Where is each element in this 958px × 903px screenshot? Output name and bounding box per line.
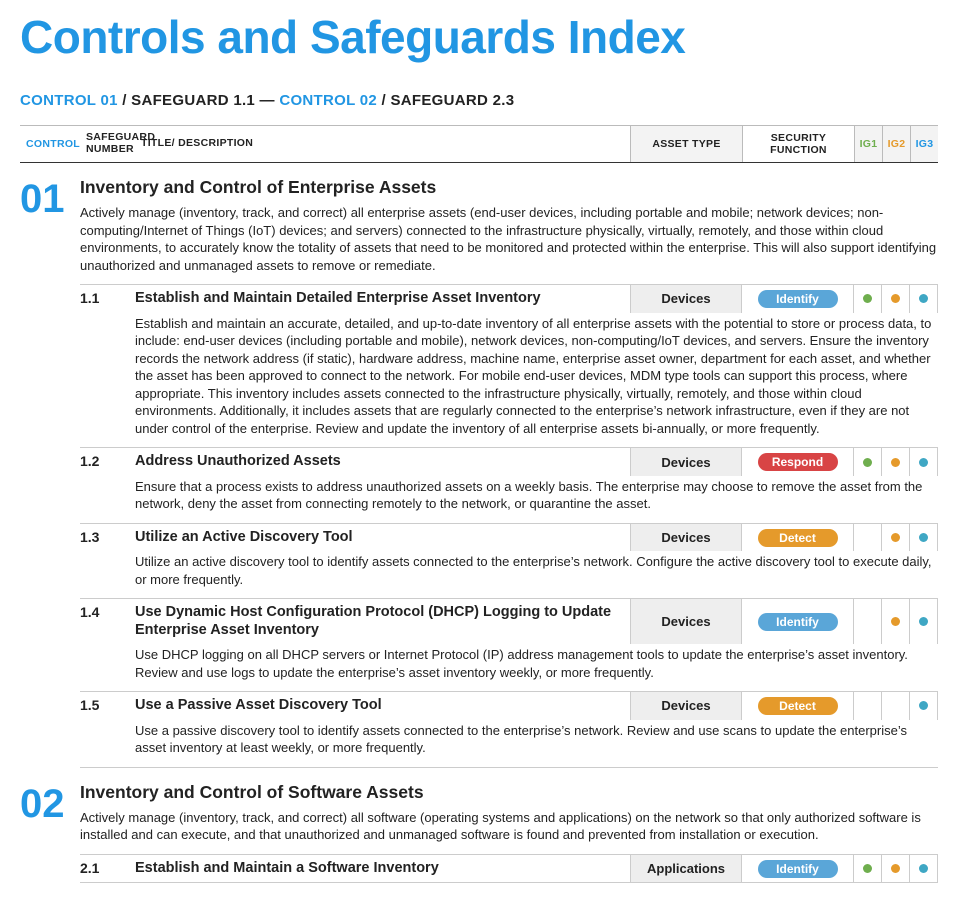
- ig2-cell: [882, 524, 910, 551]
- security-function-pill: Identify: [758, 613, 838, 631]
- page-title: Controls and Safeguards Index: [20, 10, 938, 64]
- control-number: 01: [20, 177, 80, 768]
- ig-dot-icon: [891, 458, 900, 467]
- safeguard-number: 1.1: [80, 285, 135, 312]
- security-function-pill: Identify: [758, 290, 838, 308]
- control-number: 02: [20, 782, 80, 883]
- ig-dot-icon: [863, 294, 872, 303]
- control-title: Inventory and Control of Enterprise Asse…: [80, 177, 938, 198]
- control-block: 01Inventory and Control of Enterprise As…: [20, 177, 938, 768]
- ig-dot-icon: [919, 458, 928, 467]
- breadcrumb-sg-1: / SAFEGUARD 1.1 —: [118, 92, 280, 109]
- safeguard-description: Use DHCP logging on all DHCP servers or …: [135, 646, 938, 681]
- asset-type: Devices: [630, 448, 742, 475]
- breadcrumb-sg-2: / SAFEGUARD 2.3: [377, 92, 514, 109]
- ig1-cell: [854, 524, 882, 551]
- ig-dot-icon: [891, 617, 900, 626]
- security-function: Identify: [742, 855, 854, 882]
- asset-type: Applications: [630, 855, 742, 882]
- safeguard-description: Establish and maintain an accurate, deta…: [135, 315, 938, 438]
- safeguard-title: Utilize an Active Discovery Tool: [135, 524, 630, 551]
- security-function-pill: Respond: [758, 453, 838, 471]
- safeguard-title: Establish and Maintain Detailed Enterpri…: [135, 285, 630, 312]
- safeguard-number: 1.4: [80, 599, 135, 644]
- ig3-cell: [910, 855, 938, 882]
- asset-type: Devices: [630, 692, 742, 719]
- ig-dot-icon: [891, 533, 900, 542]
- ig-dot-icon: [919, 533, 928, 542]
- security-function: Identify: [742, 599, 854, 644]
- safeguard: 1.1Establish and Maintain Detailed Enter…: [80, 284, 938, 447]
- security-function-pill: Detect: [758, 697, 838, 715]
- safeguard-title: Address Unauthorized Assets: [135, 448, 630, 475]
- ig-dot-icon: [919, 294, 928, 303]
- ig2-cell: [882, 855, 910, 882]
- ig2-cell: [882, 692, 910, 719]
- ig1-cell: [854, 599, 882, 644]
- ig1-cell: [854, 285, 882, 312]
- control-description: Actively manage (inventory, track, and c…: [80, 809, 938, 844]
- header-ig2: IG2: [882, 126, 910, 162]
- safeguard: 1.4Use Dynamic Host Configuration Protoc…: [80, 598, 938, 691]
- ig-dot-icon: [919, 701, 928, 710]
- header-security-function: SECURITY FUNCTION: [742, 126, 854, 162]
- ig2-cell: [882, 599, 910, 644]
- safeguard-number: 1.3: [80, 524, 135, 551]
- table-header: CONTROL SAFEGUARD NUMBER TITLE/ DESCRIPT…: [20, 125, 938, 163]
- ig1-cell: [854, 692, 882, 719]
- security-function: Detect: [742, 524, 854, 551]
- header-control: CONTROL: [20, 126, 80, 162]
- header-safeguard-number: SAFEGUARD NUMBER: [80, 126, 135, 162]
- safeguard-description: Utilize an active discovery tool to iden…: [135, 553, 938, 588]
- ig3-cell: [910, 285, 938, 312]
- asset-type: Devices: [630, 524, 742, 551]
- security-function-pill: Detect: [758, 529, 838, 547]
- ig3-cell: [910, 599, 938, 644]
- safeguard-number: 1.2: [80, 448, 135, 475]
- safeguard-description: Ensure that a process exists to address …: [135, 478, 938, 513]
- control-title: Inventory and Control of Software Assets: [80, 782, 938, 803]
- header-title-description: TITLE/ DESCRIPTION: [135, 126, 630, 162]
- ig-dot-icon: [863, 864, 872, 873]
- ig3-cell: [910, 692, 938, 719]
- security-function: Respond: [742, 448, 854, 475]
- ig-dot-icon: [891, 294, 900, 303]
- safeguard-number: 1.5: [80, 692, 135, 719]
- safeguard-title: Establish and Maintain a Software Invent…: [135, 855, 630, 882]
- safeguard-title: Use Dynamic Host Configuration Protocol …: [135, 599, 630, 644]
- control-block: 02Inventory and Control of Software Asse…: [20, 782, 938, 883]
- security-function: Detect: [742, 692, 854, 719]
- ig-dot-icon: [863, 458, 872, 467]
- security-function: Identify: [742, 285, 854, 312]
- breadcrumb: CONTROL 01 / SAFEGUARD 1.1 — CONTROL 02 …: [20, 92, 938, 109]
- safeguard-description: Use a passive discovery tool to identify…: [135, 722, 938, 757]
- security-function-pill: Identify: [758, 860, 838, 878]
- ig1-cell: [854, 855, 882, 882]
- header-ig3: IG3: [910, 126, 938, 162]
- control-description: Actively manage (inventory, track, and c…: [80, 204, 938, 274]
- safeguard: 1.3Utilize an Active Discovery ToolDevic…: [80, 523, 938, 598]
- asset-type: Devices: [630, 599, 742, 644]
- ig2-cell: [882, 448, 910, 475]
- breadcrumb-control-2: CONTROL 02: [279, 92, 377, 109]
- safeguard-number: 2.1: [80, 855, 135, 882]
- safeguard: 1.2Address Unauthorized AssetsDevices Res…: [80, 447, 938, 522]
- asset-type: Devices: [630, 285, 742, 312]
- ig3-cell: [910, 448, 938, 475]
- ig2-cell: [882, 285, 910, 312]
- safeguard: 2.1Establish and Maintain a Software Inv…: [80, 854, 938, 883]
- ig-dot-icon: [919, 617, 928, 626]
- header-asset-type: ASSET TYPE: [630, 126, 742, 162]
- header-ig1: IG1: [854, 126, 882, 162]
- safeguard: 1.5Use a Passive Asset Discovery ToolDev…: [80, 691, 938, 767]
- ig3-cell: [910, 524, 938, 551]
- ig-dot-icon: [919, 864, 928, 873]
- safeguard-title: Use a Passive Asset Discovery Tool: [135, 692, 630, 719]
- ig1-cell: [854, 448, 882, 475]
- breadcrumb-control-1: CONTROL 01: [20, 92, 118, 109]
- ig-dot-icon: [891, 864, 900, 873]
